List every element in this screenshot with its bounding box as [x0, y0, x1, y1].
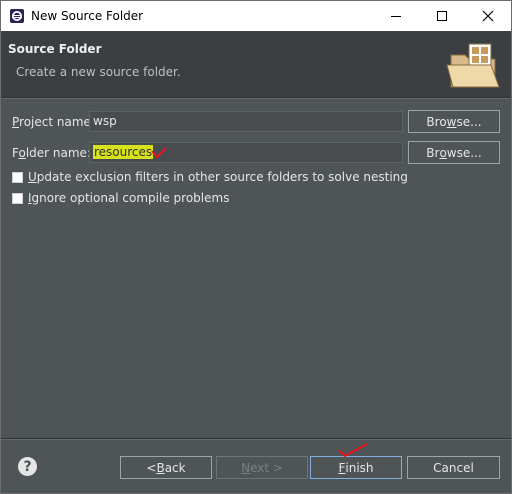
finish-button[interactable]: Finish — [310, 456, 402, 479]
red-checkmark-annotation-finish — [338, 443, 368, 458]
folder-icon — [446, 43, 500, 88]
minimize-button[interactable] — [373, 1, 419, 31]
close-icon — [482, 10, 494, 22]
ignore-problems-checkbox[interactable] — [12, 193, 23, 204]
eclipse-icon — [10, 9, 24, 23]
folder-name-value: resources — [93, 145, 154, 159]
update-exclusion-label[interactable]: Update exclusion filters in other source… — [28, 170, 408, 184]
new-source-folder-dialog: New Source Folder Source Folder Create a… — [0, 0, 512, 494]
back-button[interactable]: < Back — [120, 456, 212, 479]
window-title: New Source Folder — [31, 9, 144, 23]
project-name-label: Project name: — [12, 115, 95, 129]
header-title: Source Folder — [8, 42, 102, 56]
project-name-field[interactable]: wsp — [89, 111, 403, 132]
maximize-button[interactable] — [419, 1, 465, 31]
minimize-icon — [391, 16, 401, 17]
header-separator-light — [1, 98, 511, 99]
help-icon[interactable]: ? — [18, 457, 37, 476]
cancel-button[interactable]: Cancel — [407, 456, 500, 479]
project-browse-button[interactable]: Bro w se... — [408, 110, 500, 133]
close-button[interactable] — [465, 1, 511, 31]
folder-name-label: Folder name: — [12, 146, 91, 160]
folder-name-field[interactable]: resources — [89, 142, 403, 163]
footer-separator-light — [1, 439, 511, 440]
title-bar: New Source Folder — [1, 1, 511, 31]
header-description: Create a new source folder. — [16, 65, 181, 79]
update-exclusion-checkbox[interactable] — [12, 172, 23, 183]
red-checkmark-annotation — [151, 147, 167, 159]
maximize-icon — [437, 11, 447, 21]
folder-browse-button[interactable]: Br o wse... — [408, 141, 500, 164]
next-button[interactable]: Next > — [216, 456, 308, 479]
ignore-problems-label[interactable]: Ignore optional compile problems — [28, 191, 229, 205]
wizard-header: Source Folder Create a new source folder… — [1, 31, 511, 97]
